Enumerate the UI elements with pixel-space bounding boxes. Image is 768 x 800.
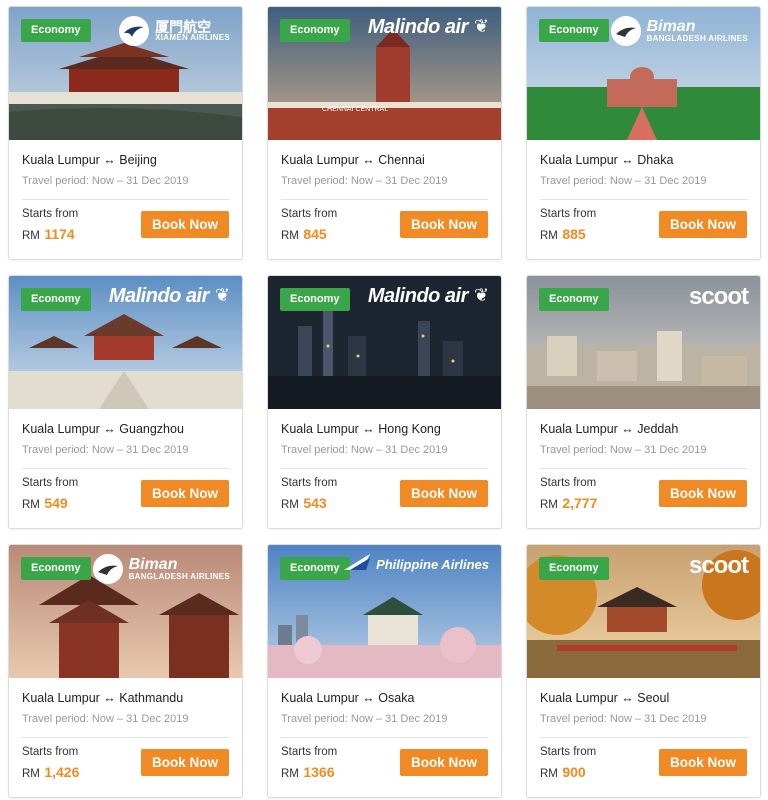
destination-image: Economy Biman BANGLADESH AIRLINES [527,7,760,140]
travel-period: Travel period: Now – 31 Dec 2019 [281,713,448,725]
travel-period: Travel period: Now – 31 Dec 2019 [281,175,448,187]
divider [22,468,229,469]
divider [540,199,747,200]
travel-period: Travel period: Now – 31 Dec 2019 [22,713,189,725]
book-now-button[interactable]: Book Now [141,480,229,507]
travel-period: Travel period: Now – 31 Dec 2019 [22,175,189,187]
deal-card-kathmandu[interactable]: Economy Biman BANGLADESH AIRLINES Kuala … [8,544,243,798]
destination-image: Economy Philippine Airlines [268,545,501,678]
starts-from-label: Starts from [540,477,597,489]
airline-logo: Biman BANGLADESH AIRLINES [92,554,230,584]
bird-icon: ❦ [473,285,489,305]
divider [22,199,229,200]
fare-class-badge: Economy [21,557,91,580]
starts-from-label: Starts from [281,477,338,489]
stork-icon [92,554,123,584]
flag-wing-icon [344,554,371,575]
deal-card-guangzhou[interactable]: Economy Malindo air ❦ Kuala Lumpur ↔ Gua… [8,275,243,529]
route: Kuala Lumpur ↔ Guangzhou [22,422,184,436]
fare-class-badge: Economy [21,288,91,311]
travel-period: Travel period: Now – 31 Dec 2019 [540,713,707,725]
book-now-button[interactable]: Book Now [659,211,747,238]
deal-card-hong-kong[interactable]: Economy Malindo air ❦ Kuala Lumpur ↔ Hon… [267,275,502,529]
fare-class-badge: Economy [539,288,609,311]
deal-card-jeddah[interactable]: Economy scoot Kuala Lumpur ↔ Jeddah Trav… [526,275,761,529]
destination-image: Economy scoot [527,545,760,678]
divider [281,468,488,469]
book-now-button[interactable]: Book Now [400,211,488,238]
route: Kuala Lumpur ↔ Kathmandu [22,691,184,705]
deal-card-seoul[interactable]: Economy scoot Kuala Lumpur ↔ Seoul Trave… [526,544,761,798]
book-now-button[interactable]: Book Now [400,480,488,507]
divider [540,468,747,469]
book-now-button[interactable]: Book Now [400,749,488,776]
airline-logo: Philippine Airlines [344,554,489,575]
route: Kuala Lumpur ↔ Beijing [22,153,157,167]
destination-image: Economy Malindo air ❦ [268,276,501,409]
book-now-button[interactable]: Book Now [659,749,747,776]
book-now-button[interactable]: Book Now [659,480,747,507]
destination-image: Economy scoot [527,276,760,409]
destination-image: Economy Biman BANGLADESH AIRLINES [9,545,242,678]
route: Kuala Lumpur ↔ Jeddah [540,422,679,436]
crane-icon [119,16,150,46]
route: Kuala Lumpur ↔ Seoul [540,691,670,705]
fare-class-badge: Economy [539,557,609,580]
route: Kuala Lumpur ↔ Dhaka [540,153,674,167]
airline-logo: Malindo air ❦ [367,284,489,307]
book-now-button[interactable]: Book Now [141,749,229,776]
destination-image: Economy 厦門航空 XIAMEN AIRLINES [9,7,242,140]
starts-from-label: Starts from [22,746,79,758]
starts-from-label: Starts from [281,208,338,220]
airline-logo: Malindo air ❦ [108,284,230,307]
price: RM 1174 [22,226,75,242]
price: RM 549 [22,495,68,511]
bird-icon: ❦ [214,285,230,305]
fare-class-badge: Economy [280,19,350,42]
price: RM 2,777 [540,495,598,511]
airline-logo: Malindo air ❦ [367,15,489,38]
deal-card-dhaka[interactable]: Economy Biman BANGLADESH AIRLINES Kuala … [526,6,761,260]
deal-card-osaka[interactable]: Economy Philippine Airlines Kuala Lumpur… [267,544,502,798]
travel-period: Travel period: Now – 31 Dec 2019 [22,444,189,456]
route: Kuala Lumpur ↔ Osaka [281,691,415,705]
starts-from-label: Starts from [22,477,79,489]
starts-from-label: Starts from [540,208,597,220]
destination-image: CHENNAI CENTRAL Economy Malindo air ❦ [268,7,501,140]
divider [540,737,747,738]
book-now-button[interactable]: Book Now [141,211,229,238]
svg-text:CHENNAI CENTRAL: CHENNAI CENTRAL [322,106,388,113]
price: RM 845 [281,226,327,242]
route: Kuala Lumpur ↔ Chennai [281,153,425,167]
route: Kuala Lumpur ↔ Hong Kong [281,422,441,436]
travel-period: Travel period: Now – 31 Dec 2019 [281,444,448,456]
fare-class-badge: Economy [539,19,609,42]
airline-logo: scoot [688,283,749,310]
stork-icon [610,16,641,46]
price: RM 543 [281,495,327,511]
bird-icon: ❦ [473,16,489,36]
travel-period: Travel period: Now – 31 Dec 2019 [540,444,707,456]
price: RM 1366 [281,764,335,780]
divider [281,199,488,200]
deal-card-chennai[interactable]: CHENNAI CENTRAL Economy Malindo air ❦ Ku… [267,6,502,260]
divider [281,737,488,738]
starts-from-label: Starts from [281,746,338,758]
travel-period: Travel period: Now – 31 Dec 2019 [540,175,707,187]
fare-class-badge: Economy [280,557,350,580]
fare-class-badge: Economy [21,19,91,42]
deal-card-beijing[interactable]: Economy 厦門航空 XIAMEN AIRLINES Kuala Lumpu… [8,6,243,260]
fare-class-badge: Economy [280,288,350,311]
price: RM 1,426 [22,764,80,780]
price: RM 900 [540,764,586,780]
airline-logo: 厦門航空 XIAMEN AIRLINES [119,16,230,46]
airline-logo: scoot [688,552,749,579]
starts-from-label: Starts from [540,746,597,758]
divider [22,737,229,738]
airline-logo: Biman BANGLADESH AIRLINES [610,16,748,46]
destination-image: Economy Malindo air ❦ [9,276,242,409]
starts-from-label: Starts from [22,208,79,220]
flight-deals-grid: Economy 厦門航空 XIAMEN AIRLINES Kuala Lumpu… [0,0,768,800]
price: RM 885 [540,226,586,242]
